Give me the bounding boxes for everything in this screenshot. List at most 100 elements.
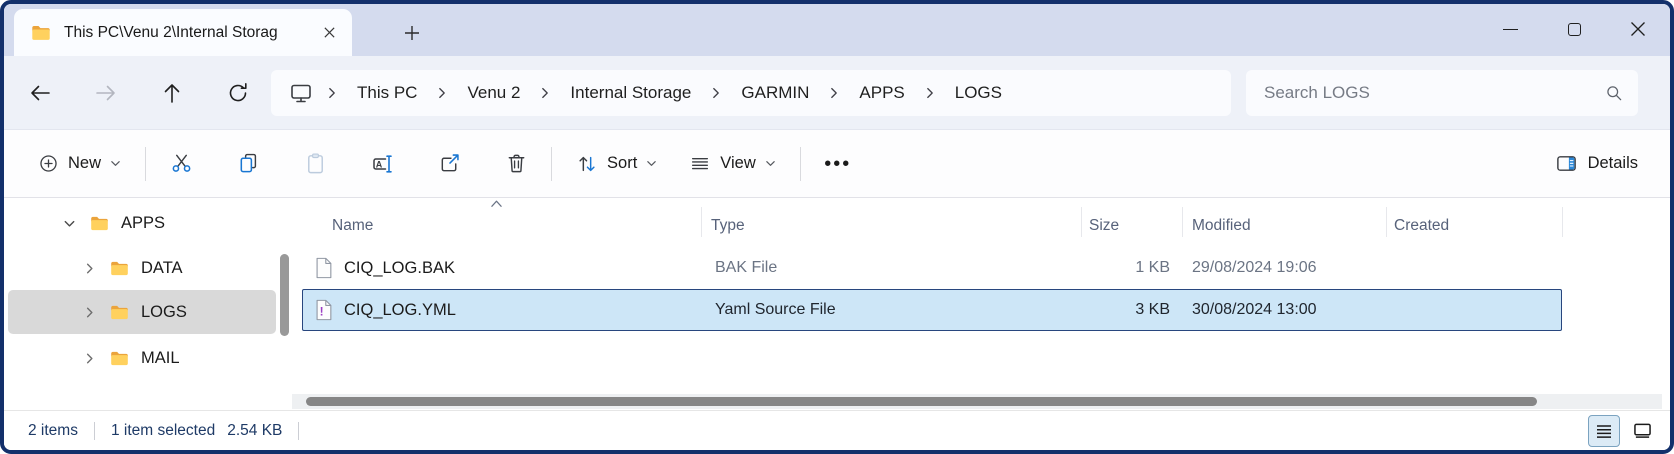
search-input[interactable] bbox=[1264, 83, 1604, 103]
titlebar: This PC\Venu 2\Internal Storag bbox=[4, 4, 1670, 56]
chevron-right-icon[interactable] bbox=[80, 305, 98, 320]
file-name: CIQ_LOG.YML bbox=[344, 301, 456, 320]
plus-circle-icon bbox=[38, 153, 59, 174]
tree-item-logs[interactable]: LOGS bbox=[8, 290, 276, 334]
chevron-right-icon[interactable] bbox=[80, 351, 98, 366]
file-row-ciq-log-bak[interactable]: CIQ_LOG.BAK BAK File 1 KB 29/08/2024 19:… bbox=[302, 247, 1562, 289]
refresh-button[interactable] bbox=[218, 73, 258, 113]
breadcrumb-garmin[interactable]: GARMIN bbox=[729, 79, 821, 107]
chevron-right-icon bbox=[921, 86, 939, 100]
status-divider bbox=[94, 422, 95, 440]
column-header-type[interactable]: Type bbox=[701, 217, 1081, 244]
column-header-created[interactable]: Created bbox=[1386, 217, 1562, 244]
copy-button[interactable] bbox=[227, 143, 269, 185]
file-icon bbox=[314, 257, 333, 279]
toolbar-divider bbox=[800, 147, 801, 181]
cut-button[interactable] bbox=[160, 143, 202, 185]
close-button[interactable] bbox=[1606, 4, 1670, 54]
chevron-down-icon bbox=[110, 158, 121, 169]
forward-button[interactable] bbox=[86, 73, 126, 113]
more-options-button[interactable]: ••• bbox=[815, 143, 861, 185]
sort-button-label: Sort bbox=[607, 154, 637, 173]
this-pc-icon[interactable] bbox=[283, 81, 319, 105]
column-header-size[interactable]: Size bbox=[1081, 217, 1182, 244]
large-icons-view-icon bbox=[1633, 422, 1652, 439]
breadcrumb-internal-storage[interactable]: Internal Storage bbox=[558, 79, 703, 107]
statusbar: 2 items 1 item selected 2.54 KB bbox=[4, 410, 1670, 450]
folder-icon bbox=[89, 213, 110, 234]
column-divider[interactable] bbox=[701, 207, 702, 237]
search-icon[interactable] bbox=[1604, 83, 1624, 103]
content-area: APPS DATA LOGS bbox=[4, 198, 1670, 412]
file-explorer-window: This PC\Venu 2\Internal Storag bbox=[0, 0, 1674, 454]
arrow-up-icon bbox=[160, 81, 184, 105]
trash-icon bbox=[505, 152, 528, 175]
column-divider[interactable] bbox=[1386, 207, 1387, 237]
toolbar-divider bbox=[551, 147, 552, 181]
chevron-right-icon[interactable] bbox=[80, 261, 98, 276]
horizontal-scrollbar[interactable] bbox=[292, 394, 1662, 409]
addressbar: This PC Venu 2 Internal Storage GARMIN A… bbox=[4, 56, 1670, 130]
chevron-right-icon bbox=[536, 86, 554, 100]
toolbar: New bbox=[4, 130, 1670, 198]
tree-item-mail[interactable]: MAIL bbox=[8, 336, 276, 380]
sort-button[interactable]: Sort bbox=[566, 145, 667, 183]
chevron-down-icon[interactable] bbox=[60, 216, 78, 231]
back-button[interactable] bbox=[20, 73, 60, 113]
tree-item-label: APPS bbox=[121, 214, 165, 233]
share-button[interactable] bbox=[428, 143, 470, 185]
breadcrumb-logs[interactable]: LOGS bbox=[943, 79, 1014, 107]
delete-button[interactable] bbox=[495, 143, 537, 185]
folder-icon bbox=[30, 22, 52, 44]
file-size: 1 KB bbox=[1081, 259, 1182, 277]
breadcrumb[interactable]: This PC Venu 2 Internal Storage GARMIN A… bbox=[271, 70, 1231, 116]
share-icon bbox=[438, 152, 461, 175]
details-view-button[interactable] bbox=[1588, 415, 1620, 447]
maximize-button[interactable] bbox=[1542, 4, 1606, 54]
search-box bbox=[1246, 70, 1638, 116]
file-type: BAK File bbox=[701, 259, 1081, 277]
rename-button[interactable]: A bbox=[361, 143, 403, 185]
tab-close-icon[interactable] bbox=[316, 20, 342, 46]
minimize-icon bbox=[1503, 29, 1518, 30]
tree-item-data[interactable]: DATA bbox=[8, 246, 276, 290]
rename-icon: A bbox=[370, 152, 394, 176]
new-tab-button[interactable] bbox=[396, 20, 428, 46]
details-pane-button[interactable]: Details bbox=[1549, 144, 1644, 183]
arrow-left-icon bbox=[28, 81, 52, 105]
folder-icon bbox=[109, 348, 130, 369]
view-toggles bbox=[1588, 415, 1658, 447]
breadcrumb-apps[interactable]: APPS bbox=[847, 79, 916, 107]
tree-scrollbar[interactable] bbox=[280, 254, 289, 336]
breadcrumb-this-pc[interactable]: This PC bbox=[345, 79, 429, 107]
chevron-right-icon bbox=[825, 86, 843, 100]
file-row-ciq-log-yml[interactable]: ! CIQ_LOG.YML Yaml Source File 3 KB 30/0… bbox=[302, 289, 1562, 331]
column-divider[interactable] bbox=[1562, 207, 1563, 237]
column-header-modified[interactable]: Modified bbox=[1182, 217, 1386, 244]
up-button[interactable] bbox=[152, 73, 192, 113]
breadcrumb-venu-2[interactable]: Venu 2 bbox=[455, 79, 532, 107]
minimize-button[interactable] bbox=[1478, 4, 1542, 54]
column-divider[interactable] bbox=[1081, 207, 1082, 237]
new-button[interactable]: New bbox=[28, 145, 131, 182]
paste-button[interactable] bbox=[294, 143, 336, 185]
large-icons-view-button[interactable] bbox=[1626, 415, 1658, 447]
horizontal-scrollbar-thumb[interactable] bbox=[306, 397, 1537, 406]
file-type: Yaml Source File bbox=[701, 301, 1081, 319]
refresh-icon bbox=[226, 81, 250, 105]
toolbar-icon-group: A bbox=[160, 143, 537, 185]
column-divider[interactable] bbox=[1182, 207, 1183, 237]
details-view-icon bbox=[1595, 422, 1613, 440]
explorer-tab[interactable]: This PC\Venu 2\Internal Storag bbox=[14, 9, 352, 56]
file-list: Name Type Size Modified Created CIQ bbox=[292, 198, 1670, 412]
selection-count: 1 item selected bbox=[111, 422, 215, 440]
view-button[interactable]: View bbox=[679, 145, 785, 183]
chevron-right-icon bbox=[323, 86, 341, 100]
selection-size: 2.54 KB bbox=[227, 422, 282, 440]
toolbar-divider bbox=[145, 147, 146, 181]
column-header-name[interactable]: Name bbox=[292, 217, 701, 244]
view-button-label: View bbox=[720, 154, 755, 173]
tree-item-label: DATA bbox=[141, 259, 183, 278]
yaml-file-icon: ! bbox=[314, 299, 333, 321]
tree-item-apps[interactable]: APPS bbox=[8, 201, 276, 245]
